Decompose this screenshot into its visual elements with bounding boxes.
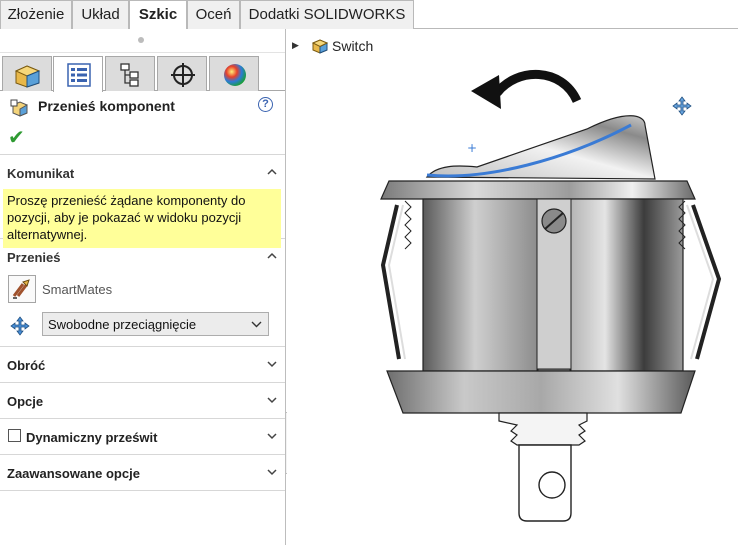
rotate-arrow-icon [471, 69, 582, 109]
smartmates-icon [12, 279, 30, 299]
chevron-up-icon[interactable] [267, 251, 277, 261]
chevron-down-icon[interactable] [267, 395, 277, 405]
configurationmanager-icon [120, 63, 139, 87]
smartmates-button[interactable] [8, 275, 36, 303]
dimxpert-tab[interactable] [157, 56, 207, 91]
featuremanager-tab[interactable] [2, 56, 52, 91]
command-manager-tabs: Złożenie Układ Szkic Oceń Dodatki SOLIDW… [0, 0, 738, 30]
svg-text:+: + [467, 141, 477, 155]
message-group-header[interactable]: Komunikat [0, 155, 285, 191]
configurationmanager-tab[interactable] [105, 56, 155, 91]
move-group-header[interactable]: Przenieś [0, 239, 285, 275]
message-group: Komunikat Proszę przenieść żądane kompon… [0, 155, 285, 248]
chevron-down-icon[interactable] [267, 431, 277, 441]
move-mode-select[interactable]: Swobodne przeciągnięcie [42, 312, 269, 336]
move-mode-value: Swobodne przeciągnięcie [48, 317, 197, 332]
ok-check-icon[interactable]: ✔ [8, 125, 25, 150]
options-header-label: Opcje [7, 394, 44, 409]
tab-sketch[interactable]: Szkic [129, 0, 187, 30]
switch-model[interactable]: + [287, 29, 738, 545]
manager-tabs [0, 53, 285, 92]
property-manager-panel: Przenieś komponent ? ✔ Komunikat Proszę … [0, 29, 286, 545]
property-manager-title: Przenieś komponent ? [0, 91, 285, 123]
move-group: Przenieś SmartMates Swobodne przeciągnię… [0, 239, 285, 347]
dynamic-clearance-checkbox[interactable] [8, 429, 21, 442]
dynamic-clearance-group: Dynamiczny prześwit [0, 419, 285, 455]
page-title: Przenieś komponent [38, 98, 175, 114]
chevron-down-icon[interactable] [267, 359, 277, 369]
smartmates-row: SmartMates [0, 275, 285, 309]
options-group[interactable]: Opcje [0, 383, 285, 419]
propertymanager-icon [67, 63, 91, 87]
rotate-header-label: Obróć [7, 358, 46, 373]
message-header-label: Komunikat [7, 166, 75, 181]
action-row: ✔ [0, 123, 285, 155]
featuremanager-icon [14, 65, 41, 88]
rotate-group[interactable]: Obróć [0, 347, 285, 383]
move-arrows-icon [10, 316, 30, 336]
chevron-up-icon[interactable] [267, 167, 277, 177]
help-icon[interactable]: ? [258, 97, 273, 112]
advanced-options-label: Zaawansowane opcje [7, 466, 140, 481]
display-manager-icon [224, 64, 246, 86]
graphics-area[interactable]: ▶ Switch + [287, 29, 738, 545]
tab-evaluate[interactable]: Oceń [187, 0, 240, 29]
propertymanager-tab[interactable] [53, 56, 103, 92]
chevron-down-icon[interactable] [267, 467, 277, 477]
tab-solidworks-addins[interactable]: Dodatki SOLIDWORKS [240, 0, 414, 29]
chevron-down-icon [251, 321, 262, 328]
dynamic-clearance-label: Dynamiczny prześwit [26, 430, 158, 445]
dimxpert-icon [171, 63, 195, 87]
tab-layout[interactable]: Układ [72, 0, 129, 29]
advanced-options-group[interactable]: Zaawansowane opcje [0, 455, 285, 491]
move-component-icon [10, 99, 28, 117]
panel-gripper[interactable] [0, 29, 285, 53]
move-cursor-icon [672, 96, 692, 116]
smartmates-label: SmartMates [42, 282, 113, 297]
tab-assembly[interactable]: Złożenie [0, 0, 72, 29]
move-mode-row: Swobodne przeciągnięcie [0, 309, 285, 345]
move-header-label: Przenieś [7, 250, 61, 265]
display-manager-tab[interactable] [209, 56, 259, 91]
